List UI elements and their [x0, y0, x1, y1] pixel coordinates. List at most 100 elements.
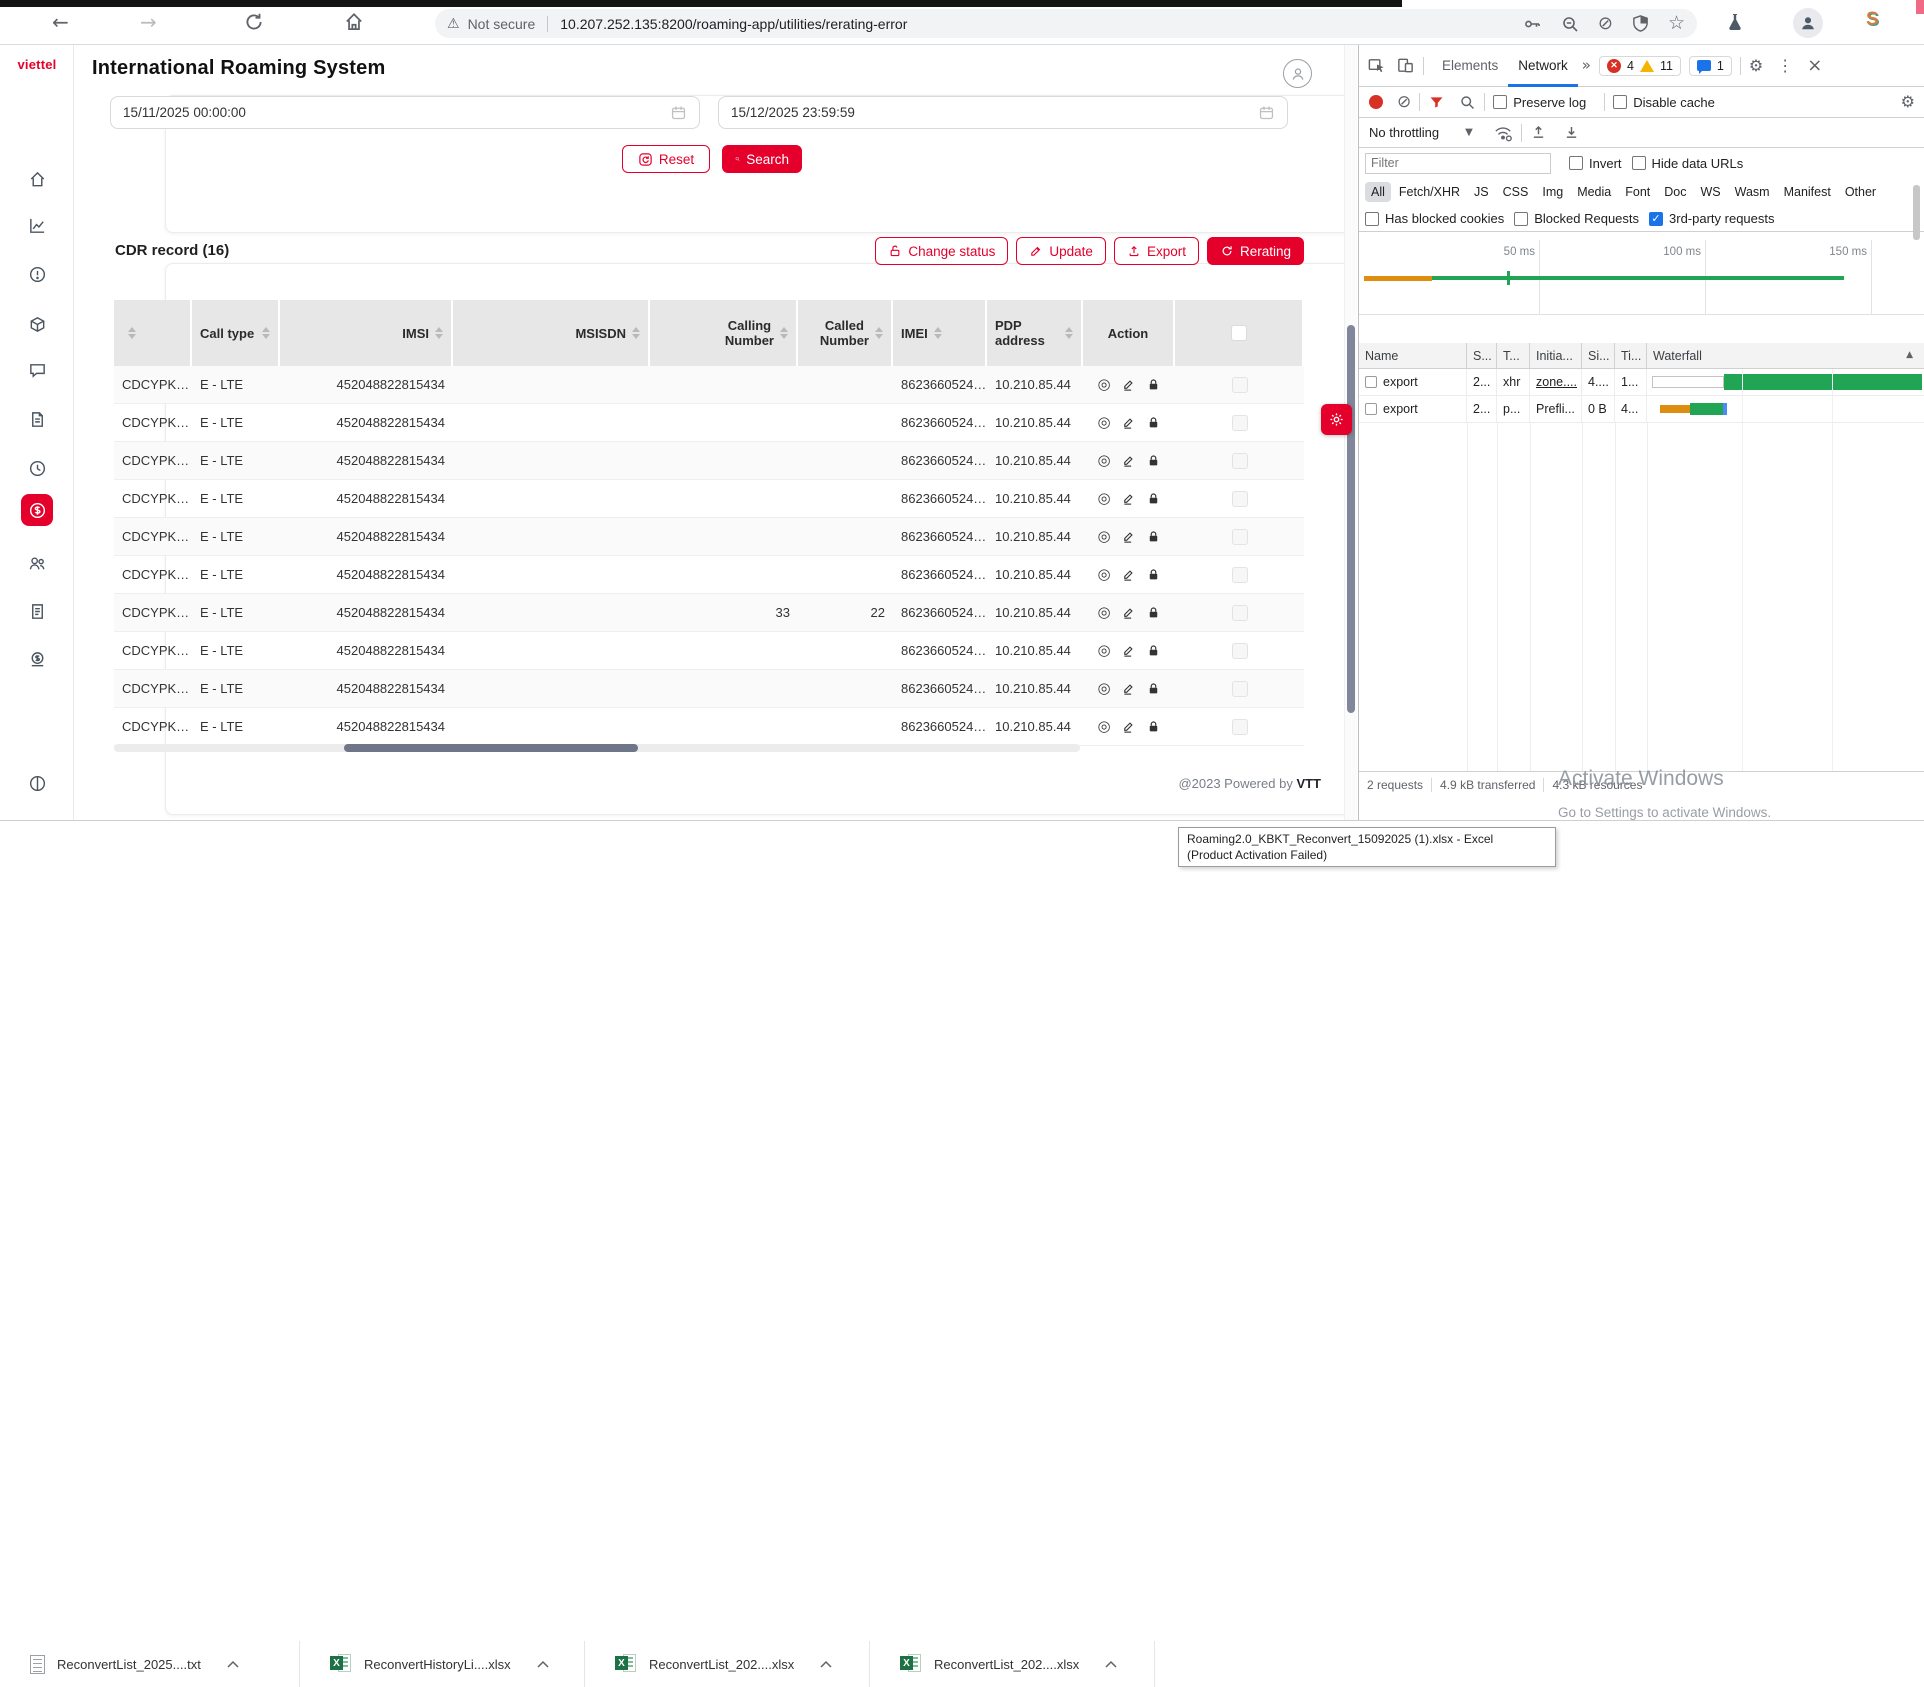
- network-request-row[interactable]: export2...xhrzone....4....1...: [1359, 369, 1924, 396]
- calendar-icon[interactable]: [670, 104, 687, 121]
- back-button[interactable]: ←: [52, 12, 69, 32]
- lock-icon[interactable]: [1146, 567, 1161, 582]
- sidebar-item-users[interactable]: [17, 543, 57, 583]
- network-conditions-icon[interactable]: [1493, 124, 1513, 142]
- bookmark-star-icon[interactable]: ☆: [1668, 14, 1685, 33]
- network-settings-icon[interactable]: ⚙: [1901, 94, 1915, 110]
- type-chip-ws[interactable]: WS: [1694, 182, 1726, 202]
- view-icon[interactable]: ◎: [1097, 681, 1110, 696]
- preserve-log-checkbox[interactable]: [1493, 95, 1507, 109]
- url-text[interactable]: 10.207.252.135:8200/roaming-app/utilitie…: [560, 16, 1504, 32]
- lock-icon[interactable]: [1146, 719, 1161, 734]
- 3rd-party-requests-checkbox[interactable]: ✓: [1649, 212, 1663, 226]
- content-blocked-icon[interactable]: ⊘: [1598, 15, 1613, 33]
- inspect-element-icon[interactable]: [1367, 56, 1386, 75]
- home-button[interactable]: [343, 11, 365, 33]
- edit-icon[interactable]: [1121, 491, 1136, 506]
- lock-icon[interactable]: [1146, 491, 1161, 506]
- forward-button[interactable]: →: [140, 12, 157, 32]
- row-checkbox[interactable]: [1232, 567, 1248, 583]
- lock-icon[interactable]: [1146, 415, 1161, 430]
- grid-column-waterfall[interactable]: Waterfall▲: [1647, 343, 1924, 369]
- edit-icon[interactable]: [1121, 643, 1136, 658]
- blocked-requests-checkbox[interactable]: [1514, 212, 1528, 226]
- row-checkbox[interactable]: [1232, 605, 1248, 621]
- sidebar-item-history[interactable]: [17, 448, 57, 488]
- page-scrollbar-thumb[interactable]: [1347, 325, 1355, 713]
- privacy-shield-icon[interactable]: [1631, 14, 1650, 33]
- change-status-button[interactable]: Change status: [875, 237, 1008, 265]
- edit-icon[interactable]: [1121, 567, 1136, 582]
- sort-icon[interactable]: [435, 327, 443, 339]
- more-tabs-icon[interactable]: »: [1582, 58, 1591, 73]
- disable-cache-checkbox[interactable]: [1613, 95, 1627, 109]
- select-all-checkbox[interactable]: [1231, 325, 1247, 341]
- network-filter-input[interactable]: [1365, 153, 1551, 174]
- column-header-imei[interactable]: IMEI: [893, 300, 987, 366]
- request-checkbox[interactable]: [1365, 376, 1377, 388]
- devtools-settings-icon[interactable]: ⚙: [1749, 58, 1763, 74]
- import-har-icon[interactable]: [1530, 124, 1547, 141]
- export-button[interactable]: Export: [1114, 237, 1199, 265]
- request-checkbox[interactable]: [1365, 403, 1377, 415]
- lock-icon[interactable]: [1146, 605, 1161, 620]
- sort-icon[interactable]: [632, 327, 640, 339]
- sidebar-item-chat[interactable]: [17, 350, 57, 390]
- type-chip-font[interactable]: Font: [1619, 182, 1656, 202]
- grid-column-initia[interactable]: Initia...: [1530, 343, 1582, 369]
- issues-badge[interactable]: 1: [1689, 56, 1732, 76]
- sidebar-item-package[interactable]: [17, 304, 57, 344]
- view-icon[interactable]: ◎: [1097, 567, 1110, 582]
- sort-icon[interactable]: [128, 327, 136, 339]
- download-chevron-icon[interactable]: [820, 1660, 832, 1668]
- grid-column-name[interactable]: Name: [1359, 343, 1467, 369]
- edit-icon[interactable]: [1121, 719, 1136, 734]
- row-checkbox[interactable]: [1232, 681, 1248, 697]
- download-chevron-icon[interactable]: [1105, 1660, 1117, 1668]
- date-to-field[interactable]: [718, 96, 1288, 129]
- view-icon[interactable]: ◎: [1097, 491, 1110, 506]
- sidebar-item-finance[interactable]: [17, 639, 57, 679]
- has-blocked-cookies-checkbox[interactable]: [1365, 212, 1379, 226]
- row-checkbox[interactable]: [1232, 491, 1248, 507]
- experiments-flask-icon[interactable]: [1725, 12, 1745, 32]
- edit-icon[interactable]: [1121, 681, 1136, 696]
- row-checkbox[interactable]: [1232, 415, 1248, 431]
- download-chevron-icon[interactable]: [537, 1660, 549, 1668]
- type-chip-css[interactable]: CSS: [1497, 182, 1535, 202]
- search-network-icon[interactable]: [1459, 94, 1476, 111]
- type-chip-all[interactable]: All: [1365, 182, 1391, 202]
- request-initiator[interactable]: zone....: [1536, 375, 1577, 389]
- edit-icon[interactable]: [1121, 377, 1136, 392]
- profile-avatar[interactable]: [1793, 8, 1823, 38]
- edit-icon[interactable]: [1121, 605, 1136, 620]
- view-icon[interactable]: ◎: [1097, 453, 1110, 468]
- password-key-icon[interactable]: [1522, 14, 1542, 34]
- calendar-icon[interactable]: [1258, 104, 1275, 121]
- view-icon[interactable]: ◎: [1097, 529, 1110, 544]
- throttling-select[interactable]: No throttling: [1369, 125, 1439, 140]
- type-chip-wasm[interactable]: Wasm: [1729, 182, 1776, 202]
- row-checkbox[interactable]: [1232, 719, 1248, 735]
- column-header-calltype[interactable]: Call type: [192, 300, 280, 366]
- edit-icon[interactable]: [1121, 415, 1136, 430]
- invert-checkbox[interactable]: [1569, 156, 1583, 170]
- row-checkbox[interactable]: [1232, 453, 1248, 469]
- lock-icon[interactable]: [1146, 643, 1161, 658]
- grid-column-s[interactable]: S...: [1467, 343, 1497, 369]
- search-button[interactable]: Search: [722, 145, 802, 173]
- view-icon[interactable]: ◎: [1097, 377, 1110, 392]
- grid-column-ti[interactable]: Ti...: [1615, 343, 1647, 369]
- sidebar-item-document[interactable]: [17, 399, 57, 439]
- view-icon[interactable]: ◎: [1097, 415, 1110, 430]
- grid-column-si[interactable]: Si...: [1582, 343, 1615, 369]
- export-har-icon[interactable]: [1563, 124, 1580, 141]
- hide-data-urls-checkbox[interactable]: [1632, 156, 1646, 170]
- grid-column-t[interactable]: T...: [1497, 343, 1530, 369]
- type-chip-other[interactable]: Other: [1839, 182, 1882, 202]
- type-chip-js[interactable]: JS: [1468, 182, 1495, 202]
- sort-icon[interactable]: [780, 327, 788, 339]
- date-from-input[interactable]: [123, 105, 670, 120]
- view-icon[interactable]: ◎: [1097, 719, 1110, 734]
- type-chip-doc[interactable]: Doc: [1658, 182, 1692, 202]
